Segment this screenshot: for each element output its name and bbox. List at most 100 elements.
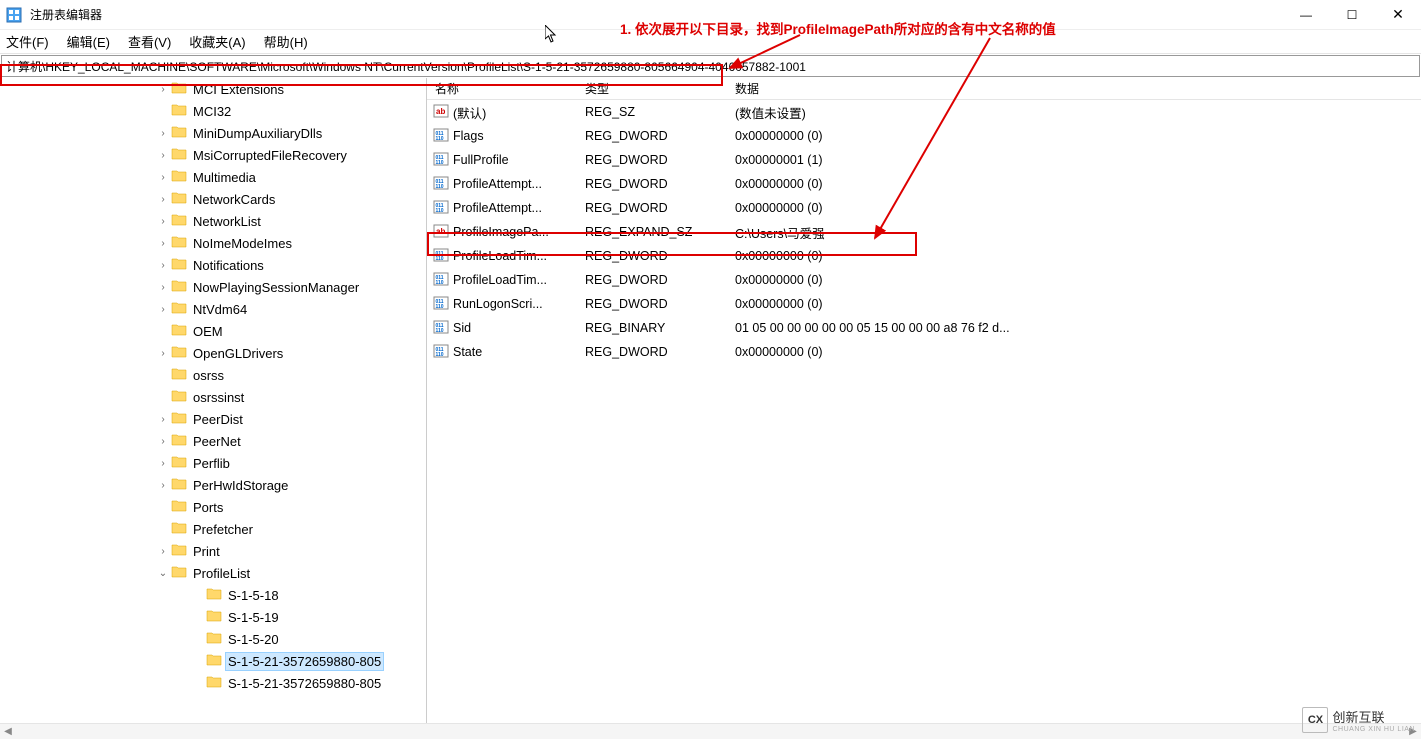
expander-icon[interactable]: ›	[155, 238, 171, 249]
scroll-right-arrow[interactable]: ▶	[1405, 724, 1421, 739]
expander-icon[interactable]: ›	[155, 150, 171, 161]
value-data: 0x00000000 (0)	[727, 273, 1421, 287]
list-row[interactable]: abProfileImagePa...REG_EXPAND_SZC:\Users…	[427, 220, 1421, 244]
tree-item[interactable]: S-1-5-19	[0, 606, 426, 628]
expander-icon[interactable]: ›	[155, 194, 171, 205]
list-row[interactable]: 011110ProfileAttempt...REG_DWORD0x000000…	[427, 196, 1421, 220]
value-name: ProfileAttempt...	[453, 177, 542, 191]
tree-item[interactable]: ›NoImeModeImes	[0, 232, 426, 254]
tree-item[interactable]: ›Print	[0, 540, 426, 562]
tree-item[interactable]: ›NetworkList	[0, 210, 426, 232]
tree-item[interactable]: S-1-5-21-3572659880-805	[0, 650, 426, 672]
tree-item[interactable]: ›MsiCorruptedFileRecovery	[0, 144, 426, 166]
tree-item[interactable]: Ports	[0, 496, 426, 518]
tree-item[interactable]: › NetworkCards	[0, 188, 426, 210]
list-row[interactable]: 011110ProfileAttempt...REG_DWORD0x000000…	[427, 172, 1421, 196]
list-row[interactable]: 011110SidREG_BINARY01 05 00 00 00 00 00 …	[427, 316, 1421, 340]
expander-icon[interactable]: ›	[155, 216, 171, 227]
value-data: 0x00000000 (0)	[727, 297, 1421, 311]
tree-item[interactable]: ›NowPlayingSessionManager	[0, 276, 426, 298]
folder-icon	[206, 652, 226, 671]
tree-item[interactable]: ›PerHwIdStorage	[0, 474, 426, 496]
folder-icon	[171, 322, 191, 341]
tree-item[interactable]: ›MCI Extensions	[0, 78, 426, 100]
list-row[interactable]: 011110StateREG_DWORD0x00000000 (0)	[427, 340, 1421, 364]
svg-text:110: 110	[436, 256, 444, 262]
expander-icon[interactable]: ⌄	[155, 568, 171, 579]
tree-item[interactable]: Prefetcher	[0, 518, 426, 540]
list-row[interactable]: ab(默认)REG_SZ(数值未设置)	[427, 100, 1421, 124]
tree-item[interactable]: ›PeerNet	[0, 430, 426, 452]
header-name[interactable]: 名称	[427, 80, 577, 97]
value-name: FullProfile	[453, 153, 509, 167]
value-name: ProfileLoadTim...	[453, 249, 547, 263]
expander-icon[interactable]: ›	[155, 84, 171, 95]
tree-item[interactable]: ›MiniDumpAuxiliaryDlls	[0, 122, 426, 144]
tree-item[interactable]: osrssinst	[0, 386, 426, 408]
horizontal-scrollbar[interactable]: ◀ ▶	[0, 723, 1421, 739]
close-button[interactable]: ✕	[1375, 0, 1421, 30]
value-icon: 011110	[433, 295, 453, 314]
expander-icon[interactable]: ›	[155, 414, 171, 425]
expander-icon[interactable]: ›	[155, 172, 171, 183]
expander-icon[interactable]: ›	[155, 436, 171, 447]
list-row[interactable]: 011110RunLogonScri...REG_DWORD0x00000000…	[427, 292, 1421, 316]
tree-item-label: NtVdm64	[191, 301, 249, 318]
tree-item-label: MCI32	[191, 103, 233, 120]
expander-icon[interactable]: ›	[155, 546, 171, 557]
expander-icon[interactable]: ›	[155, 480, 171, 491]
scroll-left-arrow[interactable]: ◀	[0, 724, 16, 739]
expander-icon[interactable]: ›	[155, 348, 171, 359]
expander-icon[interactable]: ›	[155, 260, 171, 271]
tree-item[interactable]: › PeerDist	[0, 408, 426, 430]
expander-icon[interactable]: ›	[155, 458, 171, 469]
list-pane[interactable]: 名称 类型 数据 ab(默认)REG_SZ(数值未设置)011110FlagsR…	[427, 78, 1421, 723]
tree-item[interactable]: ›Perflib	[0, 452, 426, 474]
menu-file[interactable]: 文件(F)	[6, 32, 49, 51]
expander-icon[interactable]: ›	[155, 128, 171, 139]
tree-pane[interactable]: ›MCI Extensions MCI32 ›MiniDumpAuxiliaryD…	[0, 78, 427, 723]
folder-icon	[171, 432, 191, 451]
tree-item[interactable]: S-1-5-20	[0, 628, 426, 650]
menu-view[interactable]: 查看(V)	[128, 32, 171, 51]
tree-item[interactable]: S-1-5-21-3572659880-805	[0, 672, 426, 694]
value-type: REG_DWORD	[577, 273, 727, 287]
tree-item[interactable]: ›Notifications	[0, 254, 426, 276]
value-type: REG_BINARY	[577, 321, 727, 335]
tree-item-label: NetworkCards	[191, 191, 277, 208]
tree-item[interactable]: ⌄ProfileList	[0, 562, 426, 584]
tree-item[interactable]: ›Multimedia	[0, 166, 426, 188]
menu-favorites[interactable]: 收藏夹(A)	[189, 32, 245, 51]
tree-item-label: S-1-5-21-3572659880-805	[226, 653, 383, 670]
tree-item[interactable]: ›OpenGLDrivers	[0, 342, 426, 364]
tree-item[interactable]: OEM	[0, 320, 426, 342]
value-type: REG_EXPAND_SZ	[577, 225, 727, 239]
menu-edit[interactable]: 编辑(E)	[67, 32, 110, 51]
folder-icon	[171, 102, 191, 121]
tree-item[interactable]: MCI32	[0, 100, 426, 122]
value-type: REG_DWORD	[577, 297, 727, 311]
header-type[interactable]: 类型	[577, 80, 727, 97]
address-bar[interactable]: 计算机\HKEY_LOCAL_MACHINE\SOFTWARE\Microsof…	[1, 55, 1420, 77]
list-row[interactable]: 011110ProfileLoadTim...REG_DWORD0x000000…	[427, 244, 1421, 268]
maximize-button[interactable]: ☐	[1329, 0, 1375, 30]
value-type: REG_SZ	[577, 105, 727, 119]
tree-item-label: osrss	[191, 367, 226, 384]
minimize-button[interactable]: —	[1283, 0, 1329, 30]
list-row[interactable]: 011110FullProfileREG_DWORD0x00000001 (1)	[427, 148, 1421, 172]
expander-icon[interactable]: ›	[155, 282, 171, 293]
tree-item[interactable]: osrss	[0, 364, 426, 386]
tree-item-label: PeerDist	[191, 411, 245, 428]
list-row[interactable]: 011110ProfileLoadTim...REG_DWORD0x000000…	[427, 268, 1421, 292]
tree-item[interactable]: S-1-5-18	[0, 584, 426, 606]
header-data[interactable]: 数据	[727, 80, 1421, 97]
menu-help[interactable]: 帮助(H)	[264, 32, 308, 51]
expander-icon[interactable]: ›	[155, 304, 171, 315]
value-name: ProfileAttempt...	[453, 201, 542, 215]
folder-icon	[206, 586, 226, 605]
value-data: 0x00000000 (0)	[727, 201, 1421, 215]
list-row[interactable]: 011110FlagsREG_DWORD0x00000000 (0)	[427, 124, 1421, 148]
tree-item[interactable]: › NtVdm64	[0, 298, 426, 320]
titlebar: 注册表编辑器 — ☐ ✕	[0, 0, 1421, 30]
value-icon: 011110	[433, 271, 453, 290]
